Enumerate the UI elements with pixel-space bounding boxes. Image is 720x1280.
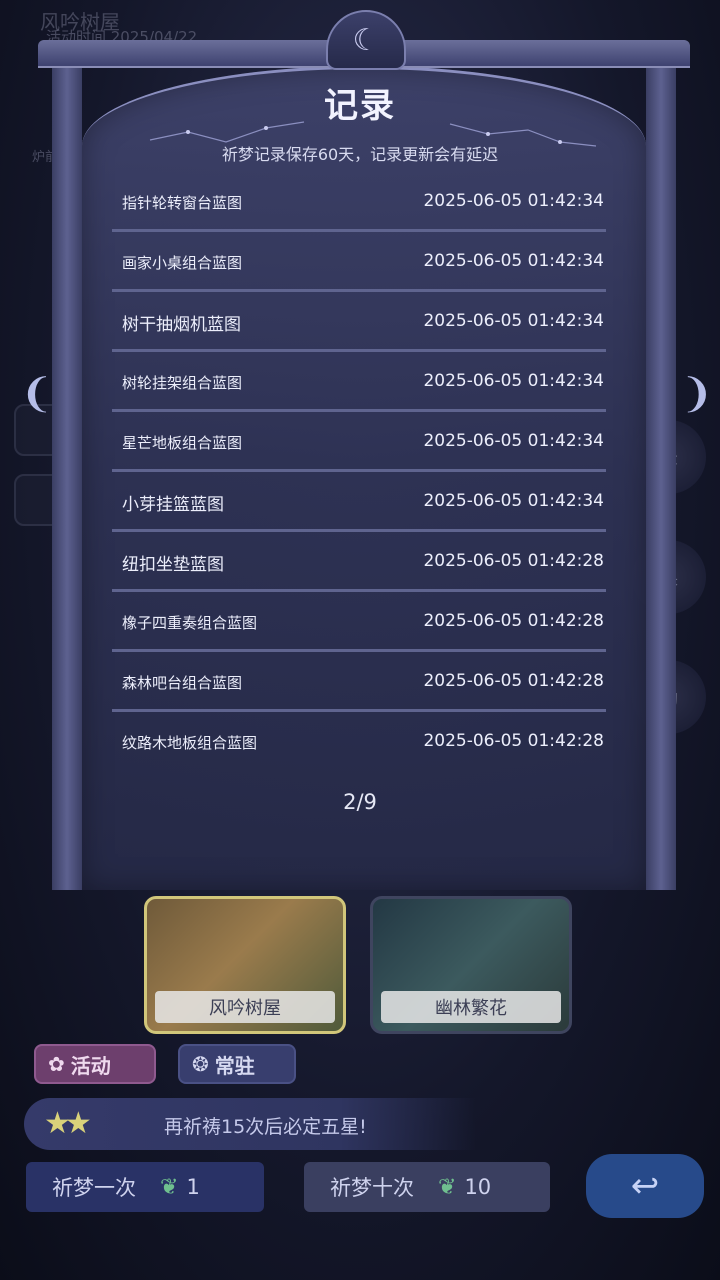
pray-once-cost: 1 xyxy=(186,1175,200,1199)
record-item-time: 2025-06-05 01:42:28 xyxy=(423,551,604,571)
record-item-name: 树轮挂架组合蓝图 xyxy=(122,374,243,392)
next-page-arrow-icon[interactable]: ❩ xyxy=(680,374,714,414)
record-notice: 祈梦记录保存60天，记录更新会有延迟 xyxy=(221,145,499,164)
record-item-time: 2025-06-05 01:42:34 xyxy=(423,251,604,271)
record-row: 纹路木地板组合蓝图 2025-06-05 01:42:28 xyxy=(112,712,606,772)
record-item-time: 2025-06-05 01:42:34 xyxy=(423,371,604,391)
record-item-time: 2025-06-05 01:42:28 xyxy=(423,731,604,751)
leaf-currency-icon: ❦ xyxy=(160,1174,179,1200)
tab-label: 常驻 xyxy=(214,1053,255,1078)
swirl-icon: ❂ xyxy=(192,1052,209,1076)
record-item-time: 2025-06-05 01:42:28 xyxy=(423,611,604,631)
record-item-time: 2025-06-05 01:42:34 xyxy=(423,491,604,511)
record-row: 星芒地板组合蓝图 2025-06-05 01:42:34 xyxy=(112,412,606,472)
pray-once-button[interactable]: 祈梦一次 ❦ 1 xyxy=(26,1162,264,1212)
record-row: 小芽挂篮蓝图 2025-06-05 01:42:34 xyxy=(112,472,606,532)
record-item-name: 树干抽烟机蓝图 xyxy=(122,315,241,335)
record-item-time: 2025-06-05 01:42:34 xyxy=(423,311,604,331)
pray-once-label: 祈梦一次 xyxy=(52,1176,136,1200)
record-row: 树轮挂架组合蓝图 2025-06-05 01:42:34 xyxy=(112,352,606,412)
page-indicator: 2/9 xyxy=(343,790,377,814)
record-row: 森林吧台组合蓝图 2025-06-05 01:42:28 xyxy=(112,652,606,712)
record-row: 画家小桌组合蓝图 2025-06-05 01:42:34 xyxy=(112,232,606,292)
tab-activity[interactable]: ✿ 活动 xyxy=(34,1044,156,1084)
banner-card-fengyin[interactable]: 风吟树屋 xyxy=(144,896,346,1034)
stars-icon: ★★ xyxy=(44,1106,92,1141)
tab-regular[interactable]: ❂ 常驻 xyxy=(178,1044,296,1084)
record-item-name: 纹路木地板组合蓝图 xyxy=(122,734,258,752)
leaf-currency-icon: ❦ xyxy=(438,1174,457,1200)
record-item-time: 2025-06-05 01:42:34 xyxy=(423,431,604,451)
record-list[interactable]: 指针轮转窗台蓝图 2025-06-05 01:42:34 画家小桌组合蓝图 20… xyxy=(112,172,606,772)
record-item-name: 画家小桌组合蓝图 xyxy=(122,254,243,272)
pray-ten-button[interactable]: 祈梦十次 ❦ 10 xyxy=(304,1162,550,1212)
record-item-name: 纽扣坐垫蓝图 xyxy=(122,555,224,575)
record-item-name: 森林吧台组合蓝图 xyxy=(122,674,243,692)
frame-pillar-left xyxy=(52,58,82,890)
activity-icon: ✿ xyxy=(48,1052,65,1076)
tab-label: 活动 xyxy=(70,1053,111,1078)
modal-title: 记录 xyxy=(324,86,396,126)
record-item-name: 小芽挂篮蓝图 xyxy=(122,495,224,515)
frame-pillar-right xyxy=(646,58,676,890)
prev-page-arrow-icon[interactable]: ❨ xyxy=(20,374,54,414)
record-row: 橡子四重奏组合蓝图 2025-06-05 01:42:28 xyxy=(112,592,606,652)
record-item-name: 橡子四重奏组合蓝图 xyxy=(122,614,258,632)
guarantee-banner: ★★ 再祈祷15次后必定五星! xyxy=(24,1098,476,1150)
record-item-time: 2025-06-05 01:42:34 xyxy=(423,191,604,211)
record-row: 指针轮转窗台蓝图 2025-06-05 01:42:34 xyxy=(112,172,606,232)
record-row: 纽扣坐垫蓝图 2025-06-05 01:42:28 xyxy=(112,532,606,592)
pray-ten-label: 祈梦十次 xyxy=(330,1176,414,1200)
record-item-name: 星芒地板组合蓝图 xyxy=(122,434,243,452)
record-item-name: 指针轮转窗台蓝图 xyxy=(122,194,243,212)
banner-card-youlin[interactable]: 幽林繁花 xyxy=(370,896,572,1034)
banner-label: 幽林繁花 xyxy=(381,991,561,1023)
return-icon: ↩ xyxy=(630,1166,660,1206)
return-button[interactable]: ↩ xyxy=(586,1154,704,1218)
banner-label: 风吟树屋 xyxy=(155,991,335,1023)
record-item-time: 2025-06-05 01:42:28 xyxy=(423,671,604,691)
record-row: 树干抽烟机蓝图 2025-06-05 01:42:34 xyxy=(112,292,606,352)
pray-ten-cost: 10 xyxy=(464,1175,492,1199)
guarantee-text: 再祈祷15次后必定五星! xyxy=(164,1116,367,1138)
